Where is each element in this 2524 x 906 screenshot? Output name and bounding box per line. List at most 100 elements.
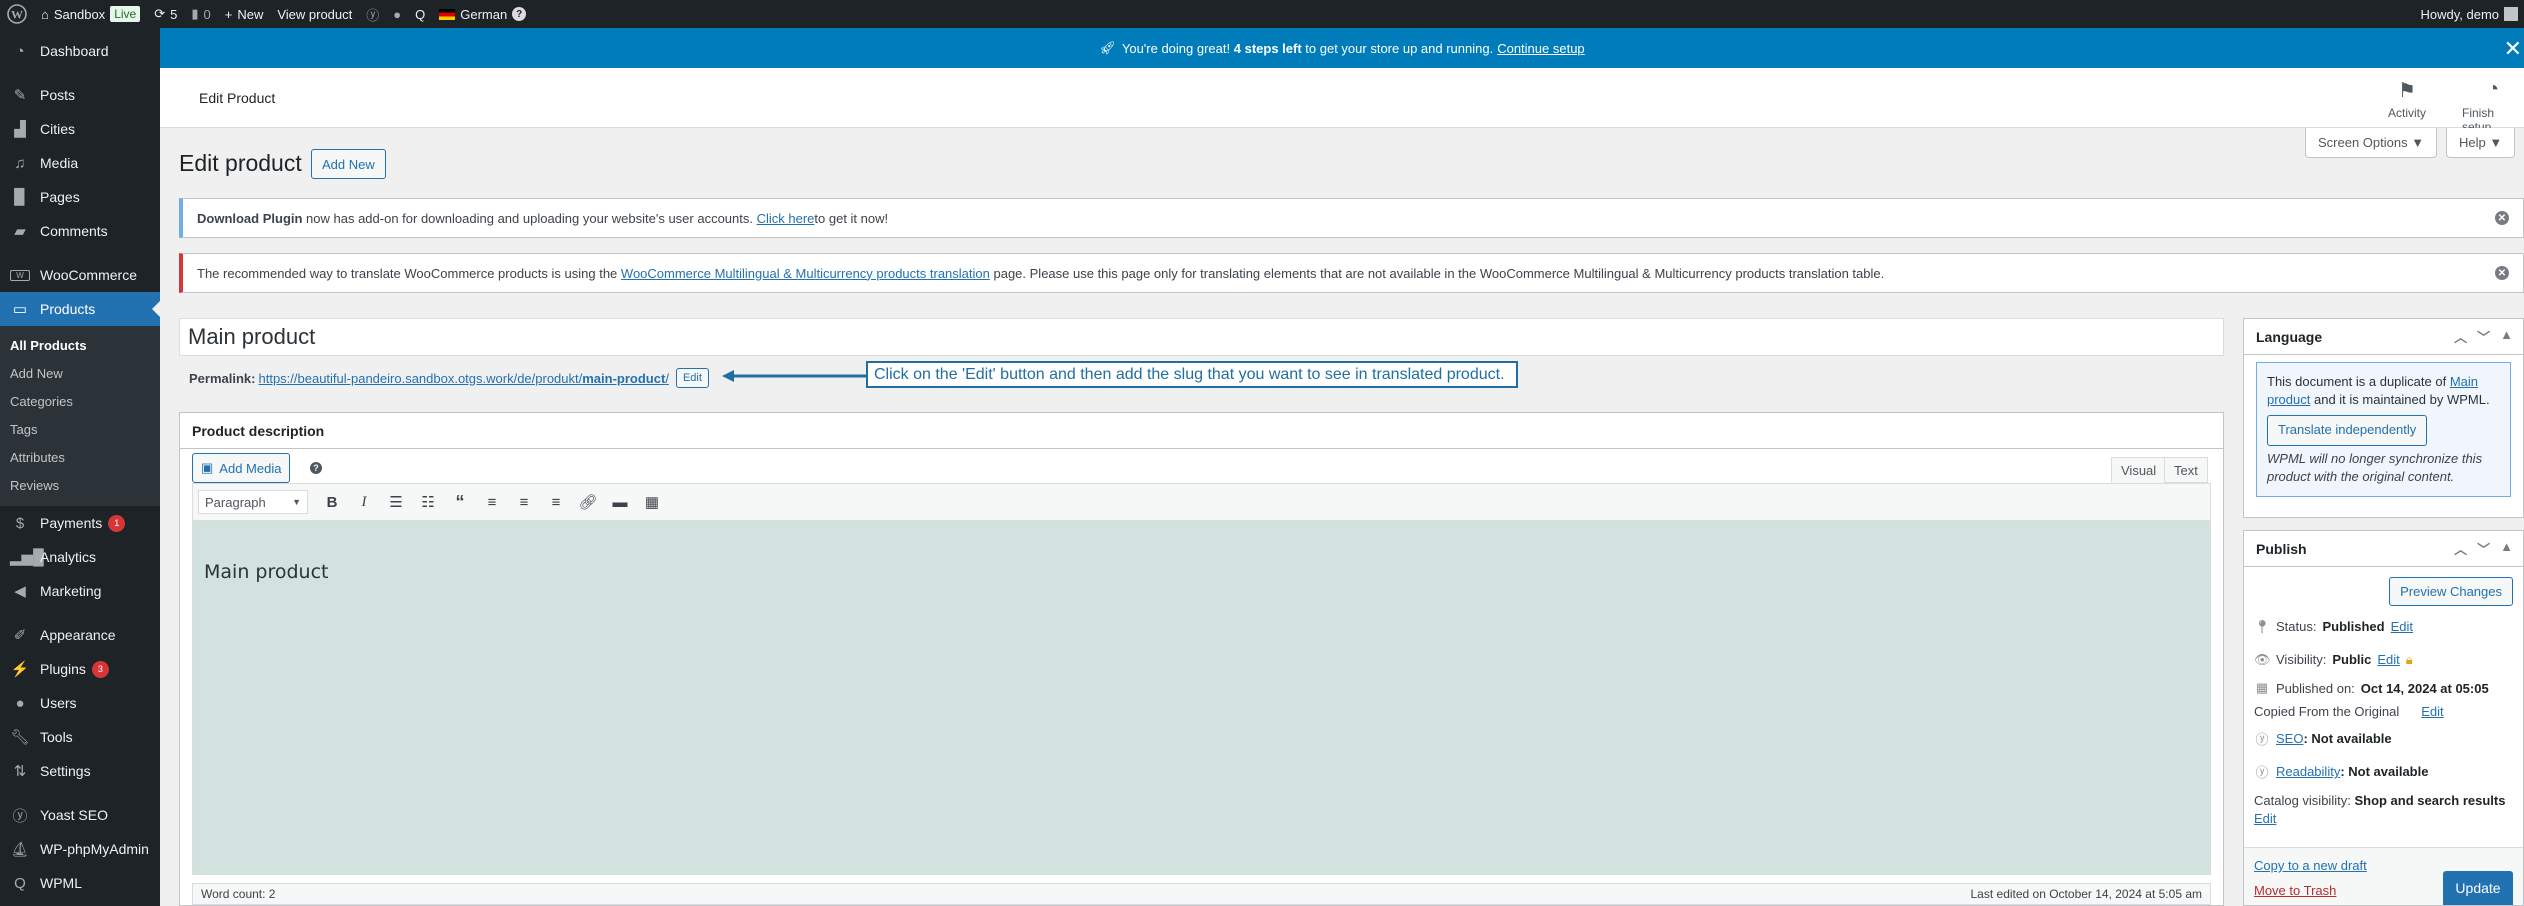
- tab-visual[interactable]: Visual: [2111, 457, 2167, 483]
- submenu-categories[interactable]: Categories: [0, 388, 160, 416]
- help-icon[interactable]: ?: [310, 462, 322, 474]
- comments-link[interactable]: ▮ 0: [184, 0, 217, 28]
- wpml-icon[interactable]: Q: [408, 0, 432, 28]
- sidebar-item-posts[interactable]: ✎ Posts: [0, 78, 160, 112]
- activity-button[interactable]: ⚑ Activity: [2388, 78, 2426, 120]
- sidebar-item-payments[interactable]: $ Payments 1: [0, 506, 160, 540]
- sidebar-item-wpml[interactable]: Q WPML: [0, 866, 160, 900]
- move-up-icon[interactable]: ︿: [2454, 539, 2467, 558]
- submenu-attributes[interactable]: Attributes: [0, 444, 160, 472]
- sidebar-item-tools[interactable]: 🔧︎ Tools: [0, 720, 160, 754]
- sidebar-item-woocommerce[interactable]: W WooCommerce: [0, 258, 160, 292]
- sidebar-item-dashboard[interactable]: ◔ Dashboard: [0, 34, 160, 68]
- sidebar-item-media[interactable]: ♫ Media: [0, 146, 160, 180]
- sidebar-label: Payments: [40, 515, 103, 531]
- yoast-icon[interactable]: ⓨ: [359, 0, 386, 28]
- permalink-edit-button[interactable]: Edit: [675, 368, 709, 388]
- add-media-button[interactable]: ▣ Add Media: [192, 453, 291, 483]
- sidebar-item-yoast[interactable]: ⓨ Yoast SEO: [0, 798, 160, 832]
- product-title-input[interactable]: Main product: [179, 318, 2224, 356]
- published-label: Published on:: [2276, 680, 2355, 696]
- editor-status-bar: Word count: 2 Last edited on October 14,…: [192, 883, 2211, 905]
- seo-link[interactable]: SEO: [2276, 731, 2303, 746]
- wcml-translation-link[interactable]: WooCommerce Multilingual & Multicurrency…: [621, 266, 990, 281]
- sidebar-item-pages[interactable]: ▉ Pages: [0, 180, 160, 214]
- sidebar-label: Plugins: [40, 661, 86, 677]
- numbered-list-icon[interactable]: ☷: [414, 488, 442, 516]
- sidebar-item-settings[interactable]: ⇅ Settings: [0, 754, 160, 788]
- steps-left: 4 steps left: [1233, 40, 1302, 56]
- permalink-url[interactable]: https://beautiful-pandeiro.sandbox.otgs.…: [258, 371, 668, 386]
- align-left-icon[interactable]: ≡: [478, 488, 506, 516]
- move-down-icon[interactable]: ﹀: [2477, 539, 2490, 558]
- copied-edit-link[interactable]: Edit: [2421, 704, 2443, 719]
- readability-link[interactable]: Readability: [2276, 764, 2340, 779]
- move-down-icon[interactable]: ﹀: [2477, 327, 2490, 346]
- box-title: Product description: [180, 413, 2223, 449]
- bold-icon[interactable]: B: [318, 488, 346, 516]
- wordpress-logo-icon[interactable]: W: [0, 0, 34, 28]
- move-up-icon[interactable]: ︿: [2454, 327, 2467, 346]
- blockquote-icon[interactable]: “: [446, 488, 474, 516]
- finish-setup-button[interactable]: ◔ Finish setup: [2462, 78, 2524, 134]
- dismiss-icon[interactable]: ✕: [2495, 211, 2509, 225]
- sidebar-item-appearance[interactable]: ✐ Appearance: [0, 618, 160, 652]
- language-box-title: Language: [2256, 328, 2323, 345]
- bullet-list-icon[interactable]: ☰: [382, 488, 410, 516]
- visibility-edit-link[interactable]: Edit: [2377, 652, 2399, 667]
- site-name-link[interactable]: ⌂ Sandbox Live: [34, 0, 147, 28]
- toolbar-toggle-icon[interactable]: ▦: [638, 488, 666, 516]
- yoast-icon: ⓨ: [12, 807, 28, 825]
- catalog-edit-link[interactable]: Edit: [2254, 811, 2276, 826]
- sidebar-item-plugins[interactable]: ⚡ Plugins 3: [0, 652, 160, 686]
- link-icon[interactable]: 🔗︎: [574, 488, 602, 516]
- submenu-tags[interactable]: Tags: [0, 416, 160, 444]
- continue-setup-link[interactable]: Continue setup: [1497, 41, 1584, 56]
- dismiss-icon[interactable]: ✕: [2495, 266, 2509, 280]
- sidebar-label: Settings: [40, 763, 91, 779]
- screen-options-button[interactable]: Screen Options ▼: [2305, 128, 2438, 158]
- translate-independently-button[interactable]: Translate independently: [2267, 415, 2428, 446]
- sidebar-item-marketing[interactable]: ◀ Marketing: [0, 574, 160, 608]
- home-icon: ⌂: [41, 6, 49, 22]
- close-icon[interactable]: ✕: [2504, 36, 2522, 62]
- submenu-reviews[interactable]: Reviews: [0, 472, 160, 500]
- sidebar-item-comments[interactable]: ▰ Comments: [0, 214, 160, 248]
- align-center-icon[interactable]: ≡: [510, 488, 538, 516]
- new-content-link[interactable]: + New: [218, 0, 271, 28]
- dollar-icon: $: [15, 514, 25, 532]
- format-select[interactable]: Paragraph ▼: [198, 490, 308, 514]
- click-here-link[interactable]: Click here: [757, 211, 815, 226]
- language-switcher[interactable]: German ?: [432, 0, 533, 28]
- editor-content-area[interactable]: Main product: [192, 521, 2211, 875]
- submenu-add-new[interactable]: Add New: [0, 360, 160, 388]
- tab-text[interactable]: Text: [2164, 457, 2208, 483]
- help-button[interactable]: Help ▼: [2446, 128, 2516, 158]
- sidebar-item-cities[interactable]: ▟ Cities: [0, 112, 160, 146]
- notice-text: The recommended way to translate WooComm…: [197, 265, 621, 281]
- submenu-all-products[interactable]: All Products: [0, 332, 160, 360]
- view-product-link[interactable]: View product: [270, 0, 359, 28]
- live-badge: Live: [110, 6, 141, 22]
- yoast-icon: ⓨ: [2255, 732, 2269, 747]
- sidebar-item-analytics[interactable]: ▂▅█ Analytics: [0, 540, 160, 574]
- updates-link[interactable]: ⟳ 5: [147, 0, 184, 28]
- collapse-icon[interactable]: ▲: [2500, 327, 2513, 346]
- sidebar-item-phpmyadmin[interactable]: ⛵︎ WP-phpMyAdmin: [0, 832, 160, 866]
- editor-toolbar: Paragraph ▼ B I ☰ ☷ “ ≡ ≡ ≡ 🔗︎ ▬ ▦: [192, 483, 2211, 521]
- account-menu[interactable]: Howdy, demo: [2413, 0, 2524, 28]
- move-to-trash-link[interactable]: Move to Trash: [2254, 883, 2336, 898]
- add-new-button[interactable]: Add New: [311, 149, 386, 179]
- italic-icon[interactable]: I: [350, 488, 378, 516]
- preview-changes-button[interactable]: Preview Changes: [2389, 577, 2513, 606]
- status-edit-link[interactable]: Edit: [2391, 619, 2413, 634]
- sidebar-item-users[interactable]: ● Users: [0, 686, 160, 720]
- collapse-icon[interactable]: ▲: [2500, 539, 2513, 558]
- align-right-icon[interactable]: ≡: [542, 488, 570, 516]
- wpml-icon: Q: [14, 874, 26, 892]
- read-more-icon[interactable]: ▬: [606, 488, 634, 516]
- sidebar-item-products[interactable]: ▭ Products: [0, 292, 160, 326]
- copy-to-draft-link[interactable]: Copy to a new draft: [2254, 858, 2367, 873]
- update-button[interactable]: Update: [2443, 871, 2513, 905]
- phpmyadmin-icon: ⛵︎: [10, 841, 30, 858]
